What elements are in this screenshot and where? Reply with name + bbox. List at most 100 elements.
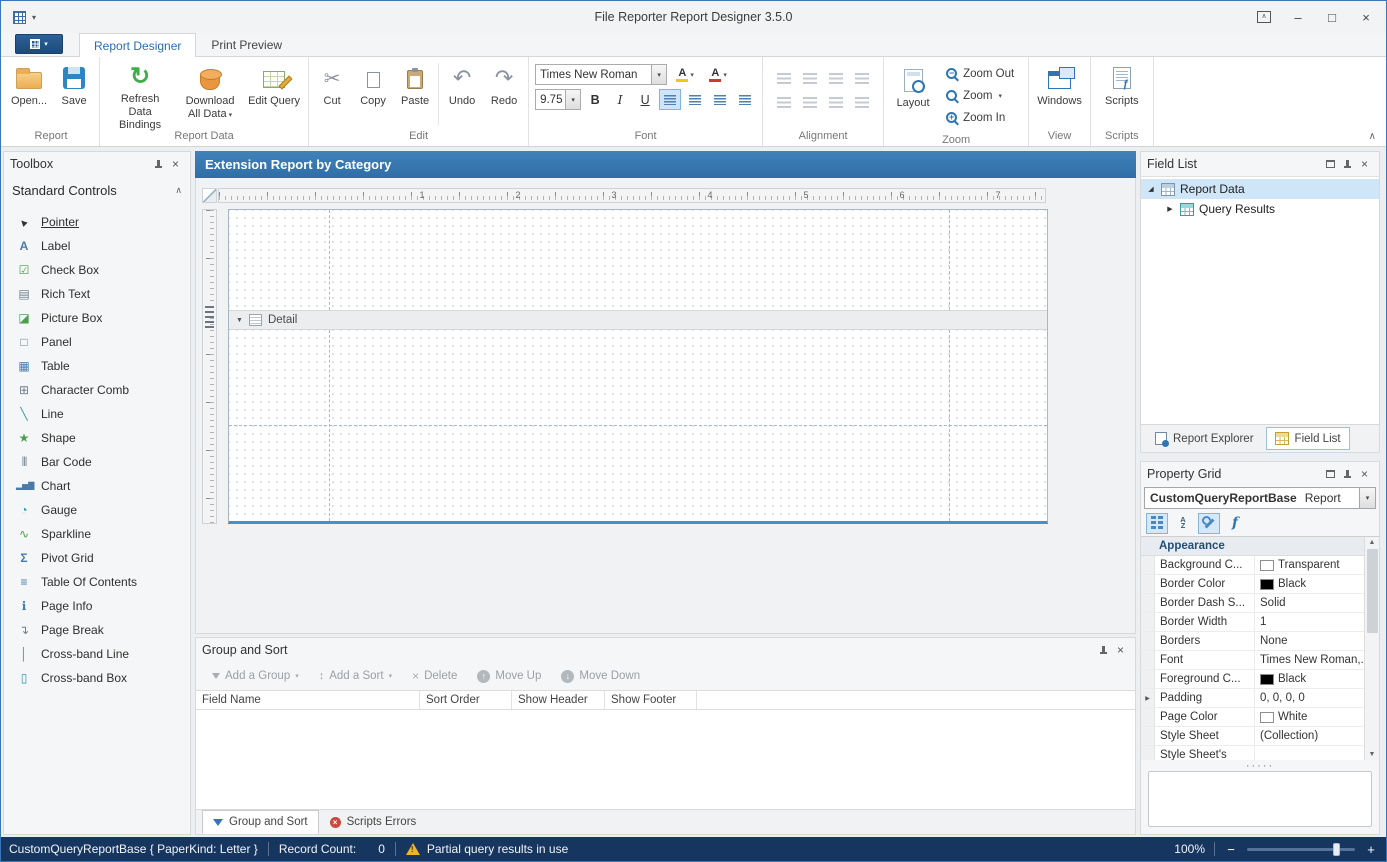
group-sort-close-button[interactable]: ×	[1112, 642, 1129, 659]
property-row-foreground-color[interactable]: Foreground C... Black	[1141, 670, 1364, 689]
file-menu-button[interactable]: ▾	[15, 34, 63, 54]
tab-report-designer[interactable]: Report Designer	[79, 33, 196, 57]
column-sort-order[interactable]: Sort Order	[420, 691, 512, 709]
property-value[interactable]: Solid	[1255, 594, 1364, 612]
font-size-combo[interactable]: 9.75 ▾	[535, 89, 581, 110]
property-row-background-color[interactable]: Background C... Transparent	[1141, 556, 1364, 575]
property-value[interactable]	[1255, 746, 1364, 760]
cut-button[interactable]: ✂ Cut	[312, 59, 352, 129]
tree-collapsed-icon[interactable]: ▶	[1165, 205, 1175, 213]
add-group-button[interactable]: Add a Group ▾	[204, 667, 307, 685]
align-center-button[interactable]	[684, 89, 706, 110]
property-value[interactable]: Transparent	[1255, 556, 1364, 574]
toolbox-item-label-control[interactable]: ALabel	[4, 234, 190, 258]
bold-button[interactable]: B	[584, 89, 606, 110]
justify-button[interactable]	[734, 89, 756, 110]
detail-band[interactable]	[229, 330, 1047, 521]
zoom-out-button[interactable]: − Zoom Out	[941, 63, 1023, 84]
properties-view-button[interactable]	[1198, 513, 1220, 534]
close-button[interactable]: ×	[1350, 5, 1382, 29]
move-down-button[interactable]: ↓ Move Down	[553, 667, 648, 686]
quick-access-caret-icon[interactable]: ▾	[32, 13, 36, 22]
align-lefts-button[interactable]	[772, 67, 796, 89]
tab-group-and-sort[interactable]: Group and Sort	[202, 810, 319, 834]
zoom-in-status-button[interactable]: +	[1364, 842, 1378, 857]
align-v-spacing-button[interactable]	[850, 91, 874, 113]
property-value[interactable]: White	[1255, 708, 1364, 726]
category-appearance[interactable]: Appearance	[1141, 537, 1364, 556]
property-row-style-sheets-path[interactable]: Style Sheet's	[1141, 746, 1364, 760]
zoom-slider-thumb[interactable]	[1333, 843, 1340, 856]
ribbon-collapse-button[interactable]: ∧	[1369, 131, 1376, 142]
tree-node-query-results[interactable]: ▶ Query Results	[1141, 199, 1379, 219]
font-color-button[interactable]: A ▾	[703, 64, 733, 85]
maximize-button[interactable]: □	[1316, 5, 1348, 29]
expand-row-icon[interactable]: ▶	[1145, 695, 1150, 702]
toolbox-item-rich-text[interactable]: ▤Rich Text	[4, 282, 190, 306]
italic-button[interactable]: I	[609, 89, 631, 110]
object-selector-combo[interactable]: CustomQueryReportBase Report ▾	[1144, 487, 1376, 509]
property-row-font[interactable]: Font Times New Roman,...	[1141, 651, 1364, 670]
font-size-caret-icon[interactable]: ▾	[565, 90, 580, 109]
undo-button[interactable]: ↶ Undo	[441, 59, 483, 129]
align-rights-button[interactable]	[824, 67, 848, 89]
object-selector-caret-icon[interactable]: ▾	[1359, 488, 1375, 508]
toolbox-item-table-of-contents[interactable]: ≡Table Of Contents	[4, 570, 190, 594]
highlight-color-button[interactable]: A ▾	[670, 64, 700, 85]
align-tops-button[interactable]	[772, 91, 796, 113]
toolbox-item-page-info[interactable]: ℹPage Info	[4, 594, 190, 618]
vertical-ruler[interactable]	[202, 209, 217, 524]
splitter-handle[interactable]: ·····	[1141, 760, 1379, 771]
toolbox-item-pivot-grid[interactable]: ΣPivot Grid	[4, 546, 190, 570]
property-value[interactable]: Black	[1255, 575, 1364, 593]
toolbox-item-line[interactable]: ╲Line	[4, 402, 190, 426]
refresh-data-bindings-button[interactable]: ↻ Refresh Data Bindings	[103, 59, 177, 129]
field-list-close-button[interactable]: ×	[1356, 156, 1373, 173]
zoom-out-status-button[interactable]: −	[1224, 842, 1238, 857]
field-list-pin-button[interactable]	[1339, 156, 1356, 173]
toolbox-item-gauge[interactable]: ◔Gauge	[4, 498, 190, 522]
align-h-spacing-button[interactable]	[850, 67, 874, 89]
toolbox-item-chart[interactable]: ▂▅▇Chart	[4, 474, 190, 498]
zoom-slider[interactable]	[1247, 848, 1355, 851]
report-page[interactable]: ▼ Detail	[228, 209, 1048, 524]
toolbox-item-check-box[interactable]: ☑Check Box	[4, 258, 190, 282]
property-value[interactable]: (Collection)	[1255, 727, 1364, 745]
ruler-corner-button[interactable]	[202, 188, 217, 203]
property-row-padding[interactable]: ▶ Padding 0, 0, 0, 0	[1141, 689, 1364, 708]
property-grid-scrollbar[interactable]: ▲ ▼	[1364, 537, 1379, 760]
property-grid-pin-button[interactable]	[1339, 466, 1356, 483]
ribbon-display-button[interactable]: ∧	[1248, 5, 1280, 29]
toolbox-item-page-break[interactable]: ↴Page Break	[4, 618, 190, 642]
property-grid-close-button[interactable]: ×	[1356, 466, 1373, 483]
align-bottoms-button[interactable]	[824, 91, 848, 113]
scripts-button[interactable]: Scripts	[1094, 59, 1150, 129]
toolbox-item-cross-band-box[interactable]: ▯Cross-band Box	[4, 666, 190, 690]
tab-report-explorer[interactable]: Report Explorer	[1146, 427, 1263, 450]
column-show-header[interactable]: Show Header	[512, 691, 605, 709]
alphabetical-view-button[interactable]: AZ	[1172, 513, 1194, 534]
tab-scripts-errors[interactable]: × Scripts Errors	[319, 810, 428, 834]
events-view-button[interactable]: f	[1224, 513, 1246, 534]
toolbox-item-sparkline[interactable]: ∿Sparkline	[4, 522, 190, 546]
tab-field-list[interactable]: Field List	[1266, 427, 1350, 450]
property-value[interactable]: Black	[1255, 670, 1364, 688]
property-value[interactable]: 1	[1255, 613, 1364, 631]
property-row-page-color[interactable]: Page Color White	[1141, 708, 1364, 727]
toolbox-item-bar-code[interactable]: |||Bar Code	[4, 450, 190, 474]
column-show-footer[interactable]: Show Footer	[605, 691, 697, 709]
redo-button[interactable]: ↷ Redo	[483, 59, 525, 129]
column-field-name[interactable]: Field Name	[196, 691, 420, 709]
font-family-combo[interactable]: Times New Roman ▾	[535, 64, 667, 85]
toolbox-item-character-comb[interactable]: ⊞Character Comb	[4, 378, 190, 402]
tab-print-preview[interactable]: Print Preview	[196, 33, 297, 56]
detail-band-header[interactable]: ▼ Detail	[229, 310, 1047, 330]
toolbox-close-button[interactable]: ×	[167, 156, 184, 173]
toolbox-item-cross-band-line[interactable]: │Cross-band Line	[4, 642, 190, 666]
toolbox-item-pointer[interactable]: ►Pointer	[4, 210, 190, 234]
band-collapse-icon[interactable]: ▼	[236, 317, 243, 324]
save-button[interactable]: Save	[52, 59, 96, 129]
toolbox-section-header[interactable]: Standard Controls ∧	[4, 176, 190, 204]
edit-query-button[interactable]: Edit Query	[243, 59, 305, 129]
minimize-button[interactable]: –	[1282, 5, 1314, 29]
